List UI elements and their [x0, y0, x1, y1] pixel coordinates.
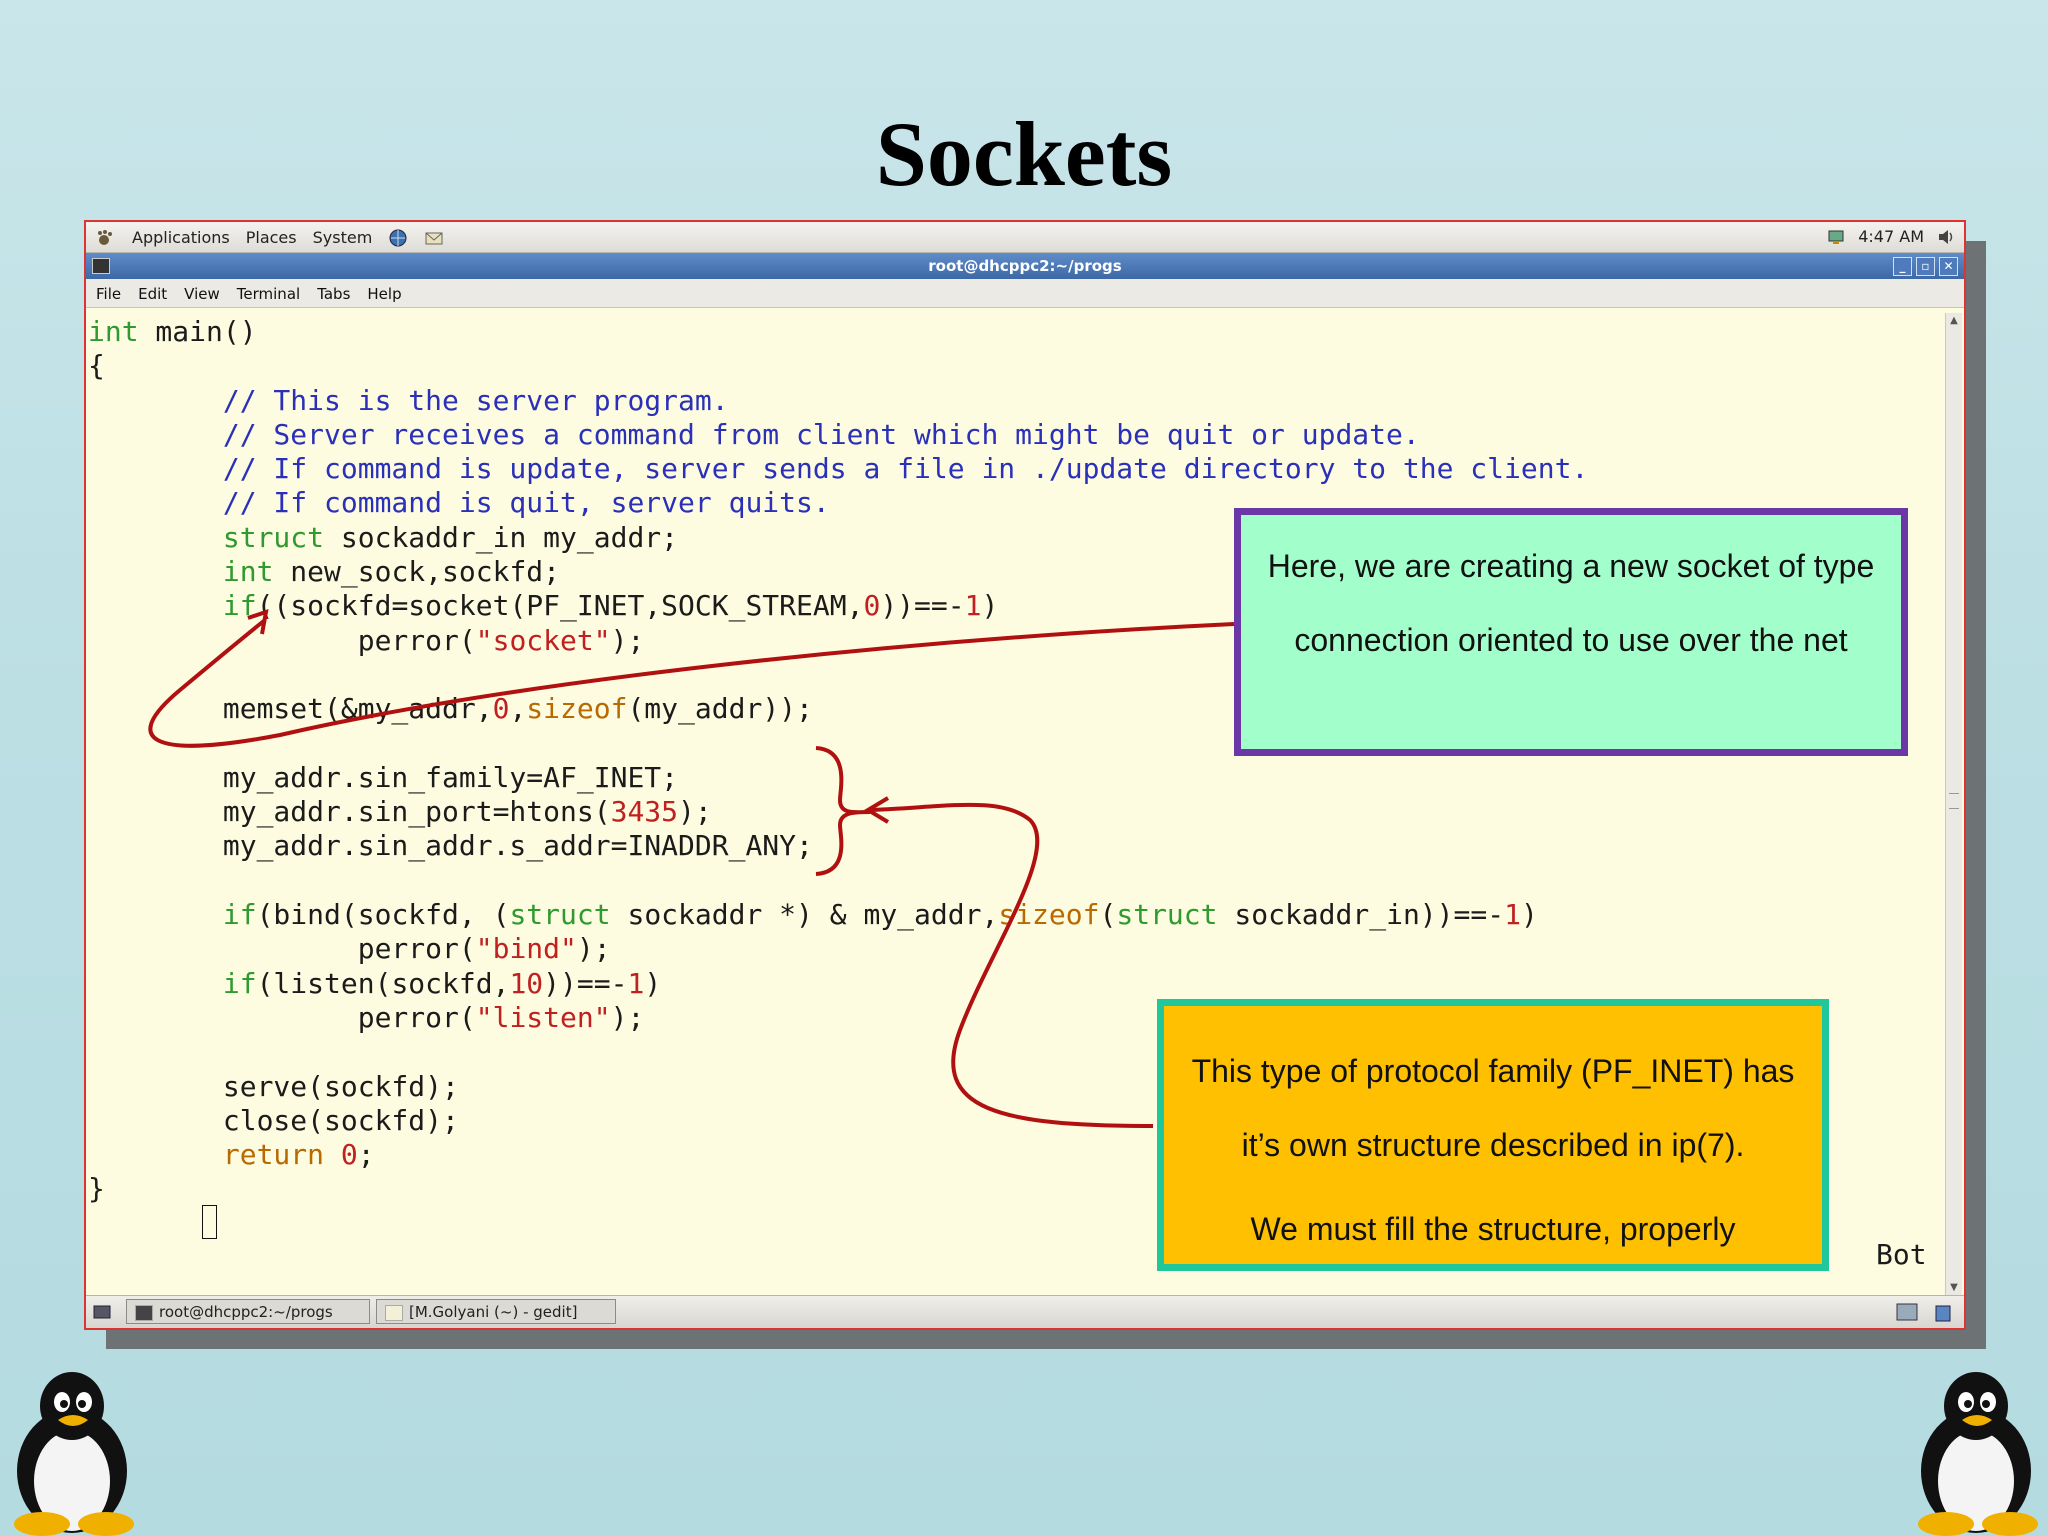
- penguin-icon: [14, 1372, 134, 1536]
- top-panel: Applications Places System 4:47 AM: [86, 222, 1964, 253]
- mail-icon[interactable]: [424, 229, 444, 247]
- scroll-down-arrow-icon[interactable]: ▼: [1946, 1280, 1962, 1296]
- window-title: root@dhcppc2:~/progs: [928, 257, 1122, 275]
- code-line: // This is the server program.: [222, 383, 729, 417]
- vertical-scrollbar[interactable]: ▲ ▼: [1945, 313, 1962, 1296]
- callout-struct-line2: We must fill the structure, properly: [1250, 1211, 1736, 1247]
- code-line: close(sockfd);: [88, 1103, 459, 1137]
- system-menu[interactable]: System: [313, 228, 373, 247]
- code-line: int new_sock,sockfd;: [222, 555, 561, 589]
- text-cursor: [202, 1205, 217, 1239]
- taskbar-item-terminal[interactable]: root@dhcppc2:~/progs: [126, 1299, 370, 1324]
- vim-position-status: Bot: [1876, 1238, 1927, 1271]
- places-menu[interactable]: Places: [246, 228, 297, 247]
- window-titlebar[interactable]: root@dhcppc2:~/progs _ ▫ ✕: [86, 253, 1964, 279]
- code-line: my_addr.sin_addr.s_addr=INADDR_ANY;: [88, 829, 813, 863]
- show-desktop-icon[interactable]: [92, 1302, 112, 1322]
- code-line: struct sockaddr_in my_addr;: [222, 520, 679, 554]
- menu-item-view[interactable]: View: [184, 285, 220, 303]
- code-line: perror("socket");: [88, 623, 645, 657]
- terminal-icon: [135, 1305, 153, 1321]
- code-line: perror("bind");: [88, 932, 611, 966]
- code-line: return 0;: [222, 1138, 375, 1172]
- scroll-grip[interactable]: [1949, 793, 1959, 809]
- workspace-switcher-icon[interactable]: [1896, 1302, 1918, 1322]
- volume-icon[interactable]: [1936, 228, 1956, 246]
- clock[interactable]: 4:47 AM: [1858, 227, 1924, 246]
- code-line: if((sockfd=socket(PF_INET,SOCK_STREAM,0)…: [222, 589, 999, 623]
- menu-item-terminal[interactable]: Terminal: [237, 285, 300, 303]
- menu-item-file[interactable]: File: [96, 285, 121, 303]
- maximize-button[interactable]: ▫: [1916, 257, 1935, 276]
- network-icon[interactable]: [1826, 228, 1846, 246]
- callout-struct-line1: This type of protocol family (PF_INET) h…: [1191, 1053, 1795, 1163]
- code-line: memset(&my_addr,0,sizeof(my_addr));: [88, 692, 813, 726]
- code-line: // If command is update, server sends a …: [222, 452, 1589, 486]
- code-line: }: [88, 1172, 105, 1206]
- applications-foot-icon[interactable]: [96, 229, 116, 247]
- close-button[interactable]: ✕: [1939, 257, 1958, 276]
- code-line: my_addr.sin_port=htons(3435);: [88, 795, 712, 829]
- callout-struct-note: This type of protocol family (PF_INET) h…: [1157, 999, 1829, 1271]
- code-line: if(bind(sockfd, (struct sockaddr *) & my…: [222, 898, 1538, 932]
- terminal-menubar: File Edit View Terminal Tabs Help: [86, 279, 1964, 308]
- code-line: // Server receives a command from client…: [222, 417, 1420, 451]
- code-line: perror("listen");: [88, 1000, 645, 1034]
- menu-item-edit[interactable]: Edit: [138, 285, 167, 303]
- globe-icon[interactable]: [388, 229, 408, 247]
- callout-socket-note: Here, we are creating a new socket of ty…: [1234, 508, 1908, 756]
- slide-title: Sockets: [875, 103, 1173, 205]
- code-line: int main(): [88, 315, 257, 348]
- scroll-up-arrow-icon[interactable]: ▲: [1946, 313, 1962, 329]
- code-line: my_addr.sin_family=AF_INET;: [88, 760, 679, 794]
- penguin-icon: [1918, 1372, 2038, 1536]
- terminal-icon: [92, 258, 110, 274]
- gedit-icon: [385, 1305, 403, 1321]
- code-line: serve(sockfd);: [88, 1069, 459, 1103]
- code-line: if(listen(sockfd,10))==-1): [222, 966, 662, 1000]
- menu-item-help[interactable]: Help: [367, 285, 401, 303]
- code-line: // If command is quit, server quits.: [222, 486, 830, 520]
- applications-menu[interactable]: Applications: [132, 228, 230, 247]
- code-line: {: [88, 349, 105, 383]
- menu-item-tabs[interactable]: Tabs: [317, 285, 350, 303]
- taskbar-item-gedit[interactable]: [M.Golyani (~) - gedit]: [376, 1299, 616, 1324]
- bottom-taskbar: root@dhcppc2:~/progs [M.Golyani (~) - ge…: [86, 1295, 1964, 1328]
- minimize-button[interactable]: _: [1893, 257, 1912, 276]
- trash-icon[interactable]: [1932, 1302, 1954, 1322]
